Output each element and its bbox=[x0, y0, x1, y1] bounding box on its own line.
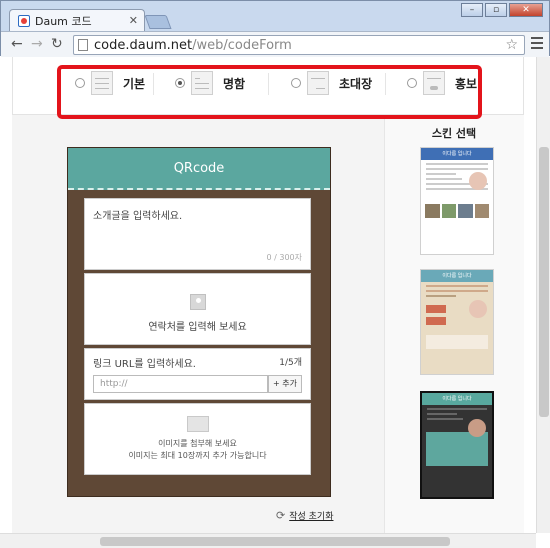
intro-textarea[interactable]: 소개글을 입력하세요. 0 / 300자 bbox=[84, 198, 311, 270]
tab-strip: Daum 코드 ✕ – ▫ ✕ bbox=[1, 1, 549, 31]
link-url-input[interactable]: http:// bbox=[93, 375, 268, 393]
page-viewport: 기본 명함 초대장 홍보 QRcode 소개글을 입력하세요. 0 / 300자 bbox=[0, 57, 536, 533]
vertical-scrollbar[interactable] bbox=[536, 57, 550, 533]
horizontal-scroll-thumb[interactable] bbox=[100, 537, 450, 546]
url-path: /web/codeForm bbox=[192, 37, 292, 53]
skin-panel-title: 스킨 선택 bbox=[431, 127, 477, 140]
browser-toolbar: ← → ↻ code.daum.net /web/codeForm ☆ bbox=[1, 31, 549, 57]
qrcode-card: QRcode 소개글을 입력하세요. 0 / 300자 연락처를 입력해 보세요… bbox=[67, 147, 331, 497]
browser-tab[interactable]: Daum 코드 ✕ bbox=[9, 9, 145, 31]
horizontal-scrollbar[interactable] bbox=[0, 533, 536, 548]
refresh-icon: ⟳ bbox=[276, 509, 286, 522]
window-controls: – ▫ ✕ bbox=[461, 3, 543, 17]
contact-person-icon bbox=[189, 294, 206, 310]
skin-3-photo bbox=[468, 419, 486, 437]
skin-thumbnail-2[interactable]: 이다름 입니다 bbox=[420, 269, 494, 375]
skin-1-name: 이다름 입니다 bbox=[421, 148, 493, 160]
card-title: QRcode bbox=[68, 148, 330, 190]
tab-close-icon[interactable]: ✕ bbox=[129, 14, 138, 27]
url-host: code.daum.net bbox=[94, 37, 193, 53]
back-arrow-icon[interactable]: ← bbox=[11, 36, 23, 52]
skin-2-name: 이다름 입니다 bbox=[421, 270, 493, 282]
intro-counter: 0 / 300자 bbox=[266, 253, 302, 262]
link-label: 링크 URL를 입력하세요. bbox=[93, 359, 196, 370]
image-limit-note: 이미지는 최대 10장까지 추가 가능합니다 bbox=[128, 451, 267, 460]
menu-icon[interactable] bbox=[531, 37, 543, 49]
contact-prompt: 연락처를 입력해 보세요 bbox=[148, 322, 247, 333]
intro-placeholder: 소개글을 입력하세요. bbox=[93, 211, 183, 222]
skin-1-photo bbox=[469, 172, 487, 190]
tab-title: Daum 코드 bbox=[35, 14, 92, 28]
reset-button[interactable]: ⟳ 작성 초기화 bbox=[276, 509, 333, 522]
forward-arrow-icon[interactable]: → bbox=[31, 36, 43, 52]
bookmark-star-icon[interactable]: ☆ bbox=[505, 37, 518, 53]
add-link-button[interactable]: + 추가 bbox=[268, 375, 302, 393]
address-bar[interactable]: code.daum.net /web/codeForm ☆ bbox=[73, 35, 525, 55]
contact-field[interactable]: 연락처를 입력해 보세요 bbox=[84, 273, 311, 345]
reload-icon[interactable]: ↻ bbox=[51, 36, 63, 52]
daum-favicon-icon bbox=[18, 14, 30, 27]
maximize-button[interactable]: ▫ bbox=[485, 3, 507, 17]
vertical-scroll-thumb[interactable] bbox=[539, 147, 549, 417]
skin-thumbnail-3-selected[interactable]: 이다름 입니다 bbox=[420, 391, 494, 499]
image-upload-field[interactable]: 이미지를 첨부해 보세요 이미지는 최대 10장까지 추가 가능합니다 bbox=[84, 403, 311, 475]
page-icon bbox=[78, 39, 88, 51]
browser-chrome: Daum 코드 ✕ – ▫ ✕ ← → ↻ code.daum.net /web… bbox=[0, 0, 550, 57]
new-tab-button[interactable] bbox=[144, 15, 172, 29]
reset-label: 작성 초기화 bbox=[289, 512, 334, 522]
image-icon bbox=[186, 416, 209, 432]
skin-2-photo bbox=[469, 300, 487, 318]
image-prompt: 이미지를 첨부해 보세요 bbox=[158, 439, 237, 448]
skin-3-name: 이다름 입니다 bbox=[422, 393, 492, 405]
close-window-button[interactable]: ✕ bbox=[509, 3, 543, 17]
selection-highlight-box bbox=[57, 65, 482, 119]
link-count: 1/5개 bbox=[279, 358, 302, 368]
minimize-button[interactable]: – bbox=[461, 3, 483, 17]
skin-thumbnail-1[interactable]: 이다름 입니다 bbox=[420, 147, 494, 255]
link-section: 링크 URL를 입력하세요. 1/5개 http:// + 추가 bbox=[84, 348, 311, 400]
skin-1-gallery bbox=[425, 204, 489, 218]
